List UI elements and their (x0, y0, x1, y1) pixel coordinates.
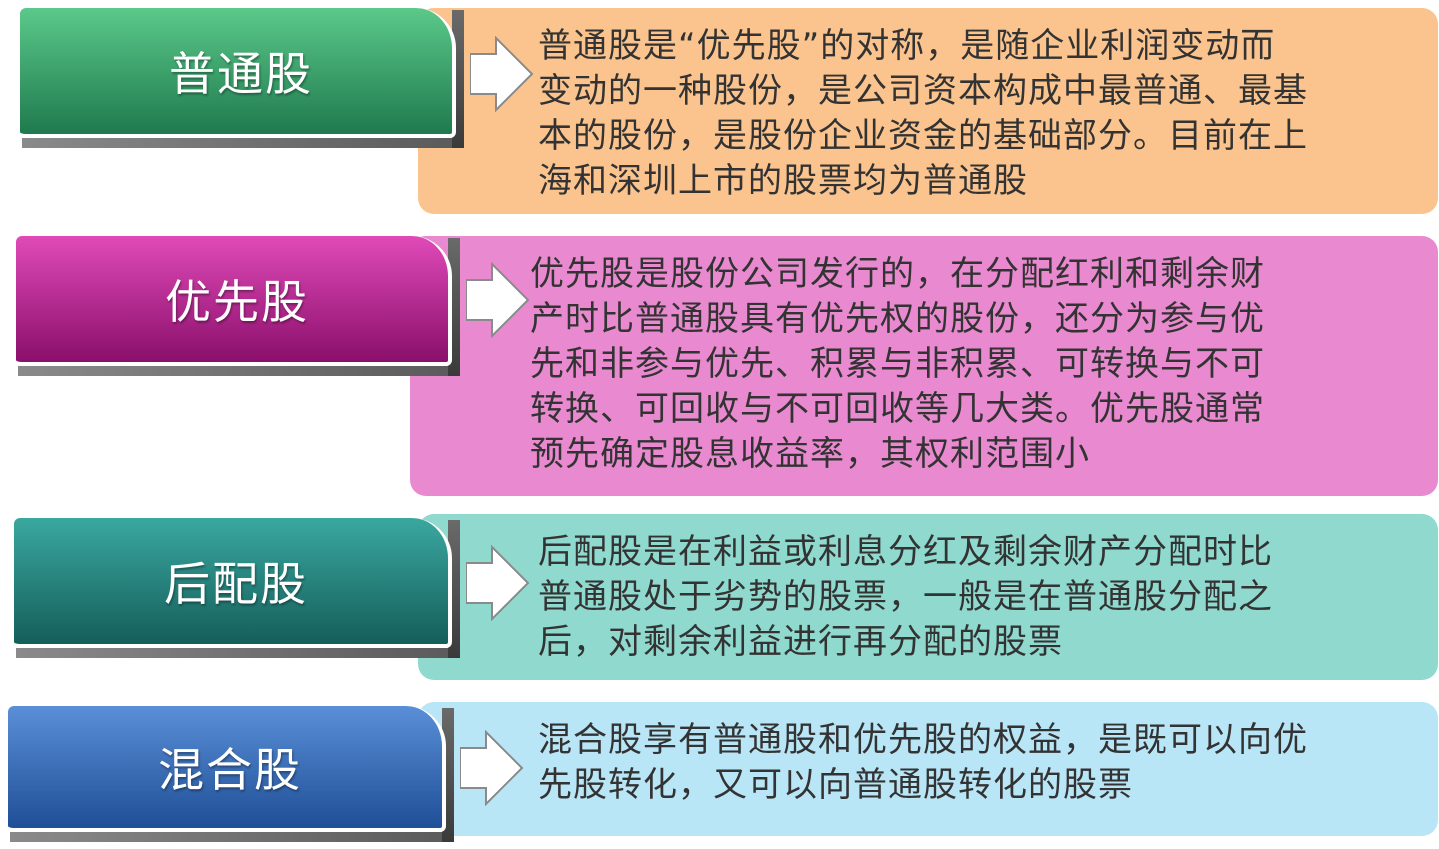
description-box: 优先股是股份公司发行的，在分配红利和剩余财 产时比普通股具有优先权的股份，还分为… (410, 236, 1438, 496)
label-shadow (18, 366, 460, 376)
stock-type-label: 后配股 (164, 557, 308, 611)
label-shadow (10, 832, 454, 842)
description-line: 优先股是股份公司发行的，在分配红利和剩余财 (530, 254, 1265, 294)
stock-type-label: 混合股 (158, 743, 302, 797)
description-line: 后配股是在利益或利息分红及剩余财产分配时比 (538, 532, 1273, 572)
description-box: 普通股是“优先股”的对称，是随企业利润变动而 变动的一种股份，是公司资本构成中最… (418, 8, 1438, 214)
arrow-right-icon (466, 545, 530, 621)
label-box: 混合股 (8, 706, 446, 832)
description-line: 转换、可回收与不可回收等几大类。优先股通常 (530, 389, 1265, 429)
stock-type-label: 普通股 (169, 47, 313, 101)
description-line: 后，对剩余利益进行再分配的股票 (538, 622, 1063, 662)
stock-type-label: 优先股 (165, 275, 309, 329)
arrow-right-icon (466, 262, 530, 338)
description-line: 本的股份，是股份企业资金的基础部分。目前在上 (538, 116, 1308, 156)
arrow-right-icon (460, 730, 524, 806)
label-box: 优先股 (16, 236, 452, 366)
description-box: 混合股享有普通股和优先股的权益，是既可以向优 先股转化，又可以向普通股转化的股票 (418, 702, 1438, 836)
arrow-right-icon (470, 36, 534, 112)
description-line: 普通股处于劣势的股票，一般是在普通股分配之 (538, 577, 1273, 617)
description-line: 先股转化，又可以向普通股转化的股票 (538, 765, 1133, 805)
label-box: 普通股 (20, 8, 456, 138)
description-line: 变动的一种股份，是公司资本构成中最普通、最基 (538, 71, 1308, 111)
description-box: 后配股是在利益或利息分红及剩余财产分配时比 普通股处于劣势的股票，一般是在普通股… (418, 514, 1438, 680)
description-line: 预先确定股息收益率，其权利范围小 (530, 434, 1090, 474)
description-line: 产时比普通股具有优先权的股份，还分为参与优 (530, 299, 1265, 339)
label-shadow (22, 138, 462, 148)
label-box: 后配股 (14, 518, 452, 648)
label-shadow (16, 648, 460, 658)
description-line: 海和深圳上市的股票均为普通股 (538, 161, 1028, 201)
description-line: 普通股是“优先股”的对称，是随企业利润变动而 (538, 26, 1276, 66)
description-line: 混合股享有普通股和优先股的权益，是既可以向优 (538, 720, 1308, 760)
description-line: 先和非参与优先、积累与非积累、可转换与不可 (530, 344, 1265, 384)
